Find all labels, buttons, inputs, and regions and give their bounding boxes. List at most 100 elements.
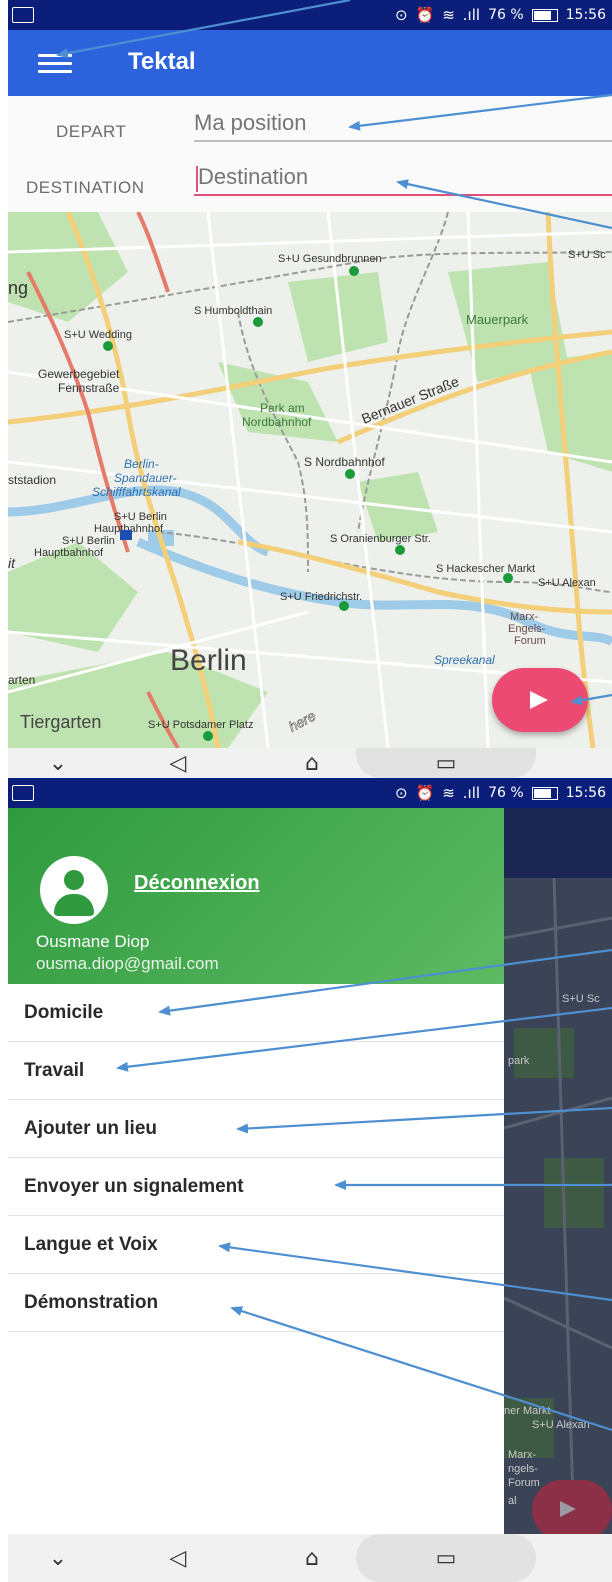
battery-percent: 76 % [488,7,524,23]
station-icon [203,731,213,741]
map-label: S+U Alexan [532,1419,590,1431]
clock: 15:56 [565,785,606,801]
map-park [514,1028,574,1078]
status-bar: ⊙ ⏰ ≋ .ıll 76 % 15:56 [8,778,612,808]
map-label: S Hackescher Markt [436,563,535,575]
map-label: S Oranienburger Str. [330,533,431,545]
dimmed-map: S+U Sc park ner Markt S+U Alexan Marx- n… [503,877,612,1535]
map-railway [237,311,309,573]
route-form: DEPART DESTINATION [8,96,612,212]
station-icon [349,266,359,276]
nav-notifications-icon[interactable]: ⌄ [38,1534,78,1582]
play-icon [530,691,548,709]
wifi-icon: ≋ [442,784,455,802]
user-name: Ousmane Diop [36,932,150,951]
map-screen: ⊙ ⏰ ≋ .ıll 76 % 15:56 Tektal DEPART DEST… [8,0,612,778]
avatar-body [54,894,94,916]
destination-input[interactable] [198,164,608,190]
nav-back-icon[interactable]: ◁ [158,1534,198,1582]
drawer-menu: Domicile Travail Ajouter un lieu Envoyer… [8,984,504,1332]
station-icon [503,573,513,583]
logout-link[interactable]: Déconnexion [134,872,260,895]
app-title: Tektal [128,48,196,75]
menu-item-langue-voix[interactable]: Langue et Voix [8,1216,504,1274]
menu-item-ajouter-lieu[interactable]: Ajouter un lieu [8,1100,504,1158]
location-icon: ⊙ [394,6,408,24]
map-label: Gewerbegebiet [38,367,120,381]
map-label: Mauerpark [466,312,529,327]
destination-label: DESTINATION [26,178,145,197]
menu-icon[interactable] [38,54,72,74]
battery-icon [531,8,558,22]
nav-home-icon[interactable]: ⌂ [292,1534,332,1582]
map-street [503,1096,612,1130]
map-label: park [508,1055,530,1067]
menu-item-label: Langue et Voix [24,1234,158,1255]
map-park [288,272,388,362]
status-bar: ⊙ ⏰ ≋ .ıll 76 % 15:56 [8,0,612,30]
system-nav-bar: ⌄ ◁ ⌂ ▭ [8,1534,612,1582]
nav-back-icon[interactable]: ◁ [158,748,198,778]
avatar-head [64,870,84,890]
signal-icon: .ıll [462,6,481,24]
gallery-notification-icon [12,7,34,23]
map-city-label: Berlin [170,644,247,677]
map-label: Hauptbahnhof [34,547,104,559]
drawer-screen: ⊙ ⏰ ≋ .ıll 76 % 15:56 S+U Sc park ner Ma… [8,778,612,1582]
menu-item-label: Domicile [24,1002,104,1023]
clock: 15:56 [565,7,606,23]
app-bar: Tektal [8,30,612,96]
menu-item-demonstration[interactable]: Démonstration [8,1274,504,1332]
menu-item-domicile[interactable]: Domicile [8,984,504,1042]
map-label: S+U Berlin [62,535,115,547]
gallery-notification-icon [12,785,34,801]
map-label: Forum [508,1477,540,1489]
nav-notifications-icon[interactable]: ⌄ [38,748,78,778]
drawer-scrim[interactable]: S+U Sc park ner Markt S+U Alexan Marx- n… [503,808,612,1540]
map-label: S+U Potsdamer Platz [148,719,253,731]
map-label: Tiergarten [20,712,101,732]
map-label: S+U Alexan [538,577,596,589]
alarm-icon: ⏰ [415,784,435,802]
map-label: S+U Friedrichstr. [280,591,362,603]
signal-icon: .ıll [462,784,481,802]
map-label: Spandauer- [114,471,177,485]
play-icon [560,1501,576,1517]
battery-icon [531,786,558,800]
battery-percent: 76 % [488,785,524,801]
system-nav-bar: ⌄ ◁ ⌂ ▭ [8,748,612,778]
map-label: S+U Gesundbrunnen [278,253,382,265]
map-label: Spreekanal [434,653,495,667]
map-label: al [508,1495,517,1507]
nav-recent-icon[interactable]: ▭ [426,1534,466,1582]
menu-item-envoyer-signalement[interactable]: Envoyer un signalement [8,1158,504,1216]
map-watermark: here [286,707,318,734]
dimmed-app-bar [504,808,612,878]
depart-label: DEPART [56,122,127,141]
depart-input[interactable] [194,110,604,136]
menu-item-travail[interactable]: Travail [8,1042,504,1100]
dimmed-start-button [532,1480,612,1540]
menu-item-label: Travail [24,1060,85,1081]
station-icon [395,545,405,555]
map-label: ner Markt [504,1405,550,1417]
map-street [503,916,612,940]
nav-recent-icon[interactable]: ▭ [426,748,466,778]
station-icon [103,341,113,351]
map-label: arten [8,673,35,687]
depart-underline [194,140,612,142]
u-bahn-icon [120,530,132,540]
map-label: Park am [260,401,305,415]
map-label: Marx- [510,611,538,623]
map-label: S Nordbahnhof [304,455,385,469]
map-label: Fennstraße [58,381,120,395]
nav-home-icon[interactable]: ⌂ [292,748,332,778]
station-icon [339,601,349,611]
map-label: ngels- [508,1463,538,1475]
map-label: Marx- [508,1449,536,1461]
map-label: S+U Sc [568,249,606,261]
map-label: S+U Sc [562,993,600,1005]
menu-item-label: Ajouter un lieu [24,1118,157,1139]
location-icon: ⊙ [394,784,408,802]
start-navigation-button[interactable] [492,668,588,732]
